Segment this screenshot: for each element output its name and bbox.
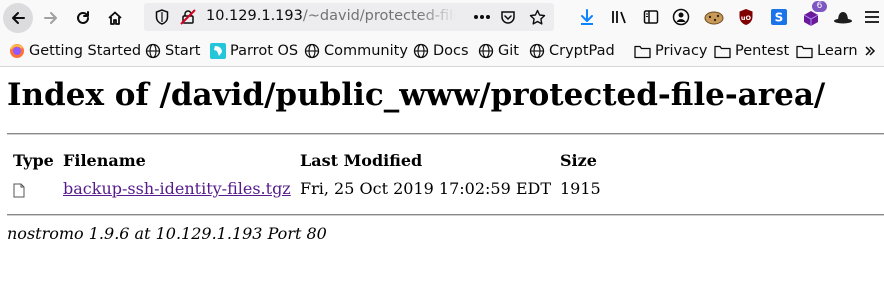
bookmark-label: Getting Started [29, 43, 142, 59]
s-extension-icon: S [771, 9, 787, 25]
library-button[interactable] [607, 3, 633, 31]
hamburger-menu-icon [865, 11, 879, 23]
file-size: 1915 [560, 179, 601, 198]
globe-icon [529, 43, 545, 59]
bookmark-docs[interactable]: Docs [413, 40, 469, 62]
extension-cookie-button[interactable] [701, 3, 727, 31]
bookmark-label: Parrot OS [230, 43, 299, 59]
bookmark-getting-started[interactable]: Getting Started [9, 40, 141, 62]
folder-icon [796, 45, 813, 58]
globe-icon [413, 43, 429, 59]
download-arrow-icon [581, 9, 593, 25]
back-button[interactable] [3, 3, 33, 33]
extension-ublock-button[interactable]: uO [733, 3, 759, 31]
parrot-icon [210, 43, 226, 59]
column-header-filename: Filename [63, 151, 146, 170]
column-header-size: Size [560, 151, 597, 170]
file-link[interactable]: backup-ssh-identity-files.tgz [63, 179, 291, 198]
bookmark-label: CryptPad [549, 43, 615, 59]
downloads-button[interactable] [574, 3, 600, 31]
bookmark-cryptpad[interactable]: CryptPad [529, 40, 615, 62]
folder-icon [714, 45, 731, 58]
sidebar-icon [643, 10, 659, 24]
page-actions-icon[interactable] [472, 9, 492, 25]
tracking-shield-icon[interactable] [154, 9, 170, 25]
forward-button[interactable] [36, 3, 66, 33]
url-text[interactable]: 10.129.1.193/~david/protected-file-area/ [206, 8, 456, 26]
reload-icon [77, 11, 89, 24]
sidebar-button[interactable] [638, 3, 664, 31]
firefox-icon [10, 44, 24, 58]
home-icon [108, 11, 122, 25]
bookmark-parrot-os[interactable]: Parrot OS [210, 40, 298, 62]
library-icon [612, 11, 626, 24]
bookmark-folder-pentest[interactable]: Pentest [714, 40, 789, 62]
directory-listing-page: Index of /david/public_www/protected-fil… [0, 67, 884, 287]
file-name[interactable]: backup-ssh-identity-files.tgz [63, 179, 291, 198]
bookmark-label: Learn [817, 43, 858, 59]
page-heading: Index of /david/public_www/protected-fil… [7, 77, 826, 113]
cookie-icon [704, 11, 724, 25]
browser-toolbar: 10.129.1.193/~david/protected-file-area/… [0, 0, 884, 36]
extension-purple-button[interactable]: 6 [798, 1, 827, 31]
divider [7, 133, 884, 135]
bookmark-label: Pentest [735, 43, 790, 59]
notification-badge: 6 [812, 1, 827, 12]
arrow-left-icon [12, 12, 25, 24]
menu-button[interactable] [859, 3, 884, 31]
globe-icon [145, 43, 161, 59]
bookmark-label: Community [324, 43, 408, 59]
bookmark-label: Privacy [655, 43, 708, 59]
bookmark-community[interactable]: Community [304, 40, 408, 62]
url-bar[interactable]: 10.129.1.193/~david/protected-file-area/ [144, 3, 554, 31]
file-modified: Fri, 25 Oct 2019 17:02:59 EDT [300, 179, 552, 198]
extension-hat-button[interactable] [830, 3, 856, 31]
chevron-double-right-icon [865, 46, 876, 56]
globe-icon [478, 43, 494, 59]
column-header-last-modified: Last Modified [300, 151, 423, 170]
bookmark-start[interactable]: Start [145, 40, 200, 62]
ublock-origin-icon: uO [739, 9, 753, 25]
bookmark-label: Docs [433, 43, 469, 59]
home-button[interactable] [100, 3, 130, 33]
bookmarks-overflow-button[interactable] [864, 40, 880, 62]
bookmark-folder-privacy[interactable]: Privacy [634, 40, 708, 62]
bookmark-star-icon[interactable] [528, 8, 546, 26]
bookmarks-toolbar: Getting Started Start Parrot OS Communit… [0, 36, 884, 67]
bookmark-git[interactable]: Git [478, 40, 519, 62]
bookmark-label: Git [498, 43, 519, 59]
server-signature: nostromo 1.9.6 at 10.129.1.193 Port 80 [7, 224, 327, 243]
svg-text:S: S [775, 11, 784, 25]
url-path: /~david/protected-file-area/ [302, 8, 456, 24]
column-header-type: Type [13, 151, 54, 170]
divider [7, 214, 884, 216]
pocket-icon[interactable] [499, 8, 517, 26]
extension-s-button[interactable]: S [766, 3, 792, 31]
arrow-right-icon [44, 12, 57, 24]
hat-icon [834, 12, 852, 24]
insecure-lock-icon[interactable] [180, 9, 196, 25]
globe-icon [304, 43, 320, 59]
bookmark-label: Start [165, 43, 201, 59]
account-button[interactable] [668, 3, 694, 31]
folder-icon [634, 45, 651, 58]
file-icon [13, 183, 25, 202]
reload-button[interactable] [68, 3, 98, 33]
svg-text:uO: uO [741, 14, 752, 22]
account-icon [672, 8, 690, 26]
url-host: 10.129.1.193 [206, 8, 303, 24]
bookmark-folder-learn[interactable]: Learn [796, 40, 858, 62]
